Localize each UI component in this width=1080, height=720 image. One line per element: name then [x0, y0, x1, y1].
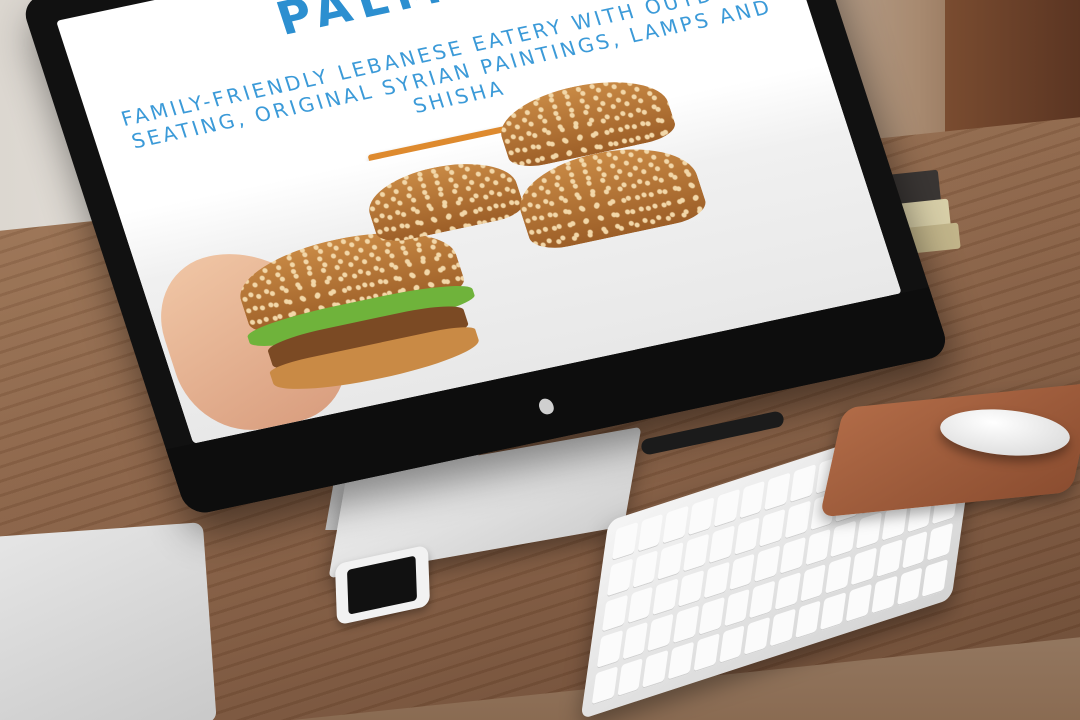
- key: [794, 600, 821, 640]
- key: [769, 608, 796, 648]
- key: [637, 513, 664, 553]
- key: [698, 597, 725, 637]
- phone-screen: [346, 555, 418, 615]
- key: [764, 472, 791, 512]
- key: [825, 556, 852, 595]
- key: [657, 541, 684, 581]
- key: [927, 523, 954, 562]
- key: [759, 508, 786, 548]
- desk-scene: PALMERA FAMILY-FRIENDLY LEBANESE EATERY …: [0, 0, 1080, 720]
- key: [845, 583, 872, 623]
- key: [708, 525, 735, 564]
- apple-logo-icon: [536, 397, 556, 416]
- key: [789, 464, 816, 503]
- key: [805, 528, 832, 567]
- key: [703, 561, 730, 601]
- key: [652, 577, 679, 617]
- key: [627, 586, 654, 625]
- key: [601, 594, 628, 634]
- key: [779, 536, 806, 576]
- key: [617, 658, 644, 698]
- key: [921, 559, 949, 598]
- key: [896, 567, 923, 607]
- key: [784, 500, 811, 540]
- key: [774, 572, 801, 612]
- key: [718, 625, 745, 665]
- burger-bun-top: [359, 152, 527, 246]
- key: [820, 592, 847, 631]
- key: [662, 505, 689, 545]
- key: [876, 539, 903, 579]
- key: [850, 547, 877, 587]
- key: [683, 533, 710, 573]
- key: [830, 519, 857, 559]
- key: [855, 511, 882, 551]
- laptop: [0, 522, 217, 720]
- key: [632, 549, 659, 589]
- key: [799, 564, 827, 604]
- key: [693, 633, 720, 673]
- key: [723, 589, 750, 628]
- key: [678, 569, 705, 609]
- key: [622, 622, 649, 661]
- key: [667, 641, 694, 681]
- key: [611, 522, 639, 561]
- key: [744, 617, 771, 656]
- key: [596, 630, 623, 670]
- key: [739, 480, 766, 520]
- key: [901, 531, 928, 571]
- key: [733, 516, 760, 556]
- key: [871, 575, 898, 615]
- key: [672, 605, 700, 645]
- key: [642, 650, 669, 689]
- key: [606, 558, 633, 597]
- key: [713, 488, 740, 528]
- key: [754, 544, 781, 584]
- key: [647, 613, 674, 653]
- key: [749, 580, 776, 620]
- key: [728, 553, 755, 592]
- key: [591, 666, 618, 706]
- key: [688, 497, 715, 536]
